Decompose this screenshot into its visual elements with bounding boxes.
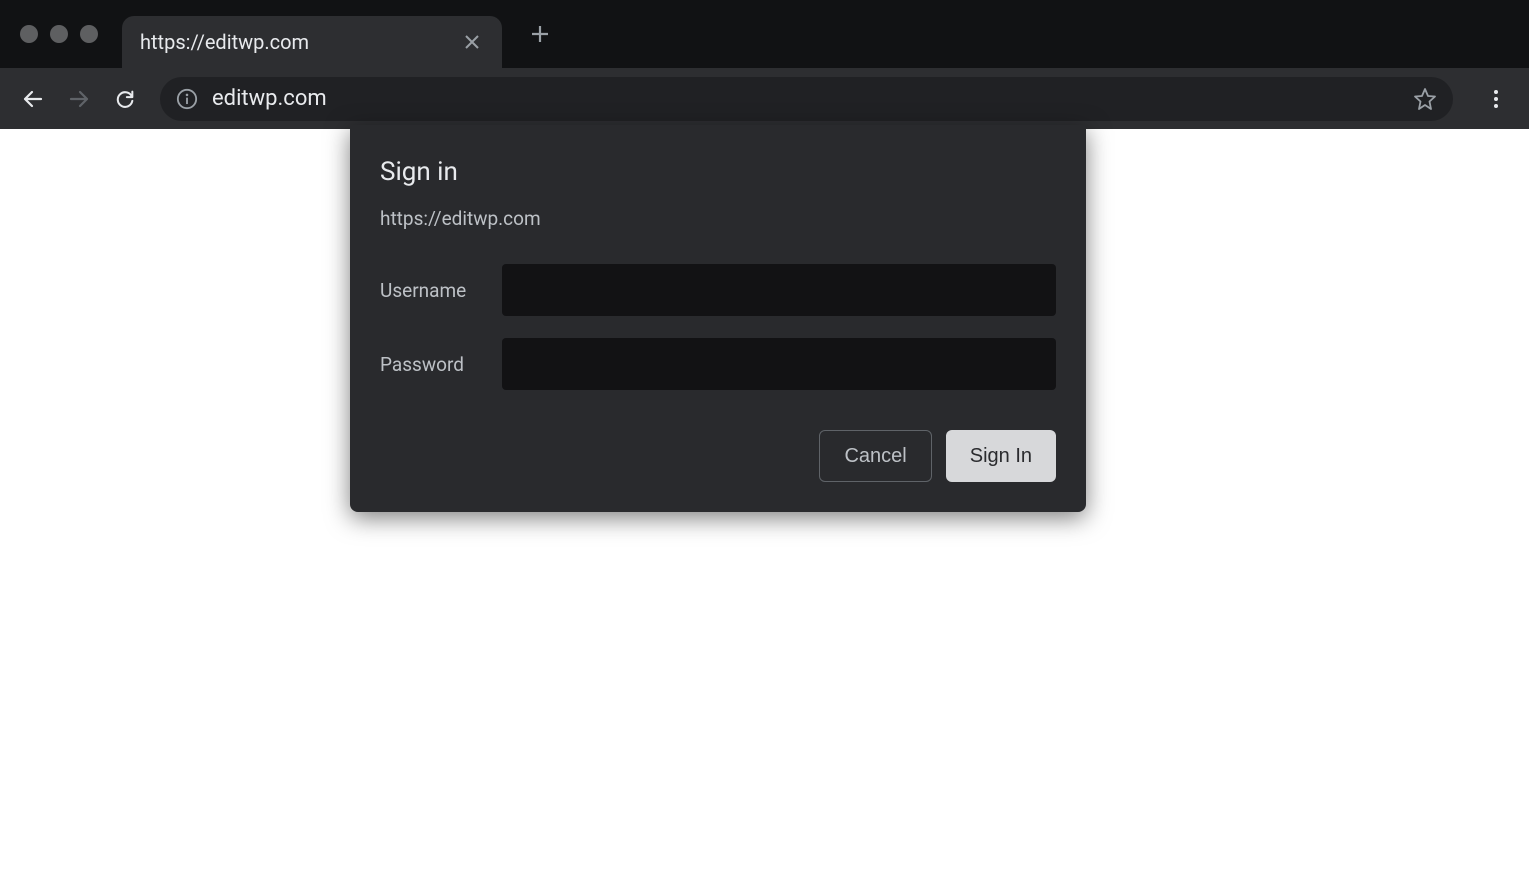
kebab-icon	[1486, 89, 1506, 109]
new-tab-button[interactable]	[524, 18, 556, 50]
username-row: Username	[380, 264, 1056, 316]
site-info-button[interactable]	[176, 88, 198, 110]
close-icon	[464, 34, 480, 50]
browser-menu-button[interactable]	[1477, 80, 1515, 118]
window-controls	[20, 25, 98, 43]
info-icon	[176, 88, 198, 110]
password-label: Password	[380, 353, 502, 376]
tab-title: https://editwp.com	[140, 30, 460, 54]
reload-icon	[114, 88, 136, 110]
toolbar: editwp.com	[0, 68, 1529, 129]
password-row: Password	[380, 338, 1056, 390]
username-label: Username	[380, 279, 502, 302]
star-icon	[1413, 87, 1437, 111]
reload-button[interactable]	[106, 80, 144, 118]
forward-button[interactable]	[60, 80, 98, 118]
dialog-actions: Cancel Sign In	[380, 430, 1056, 482]
signin-button[interactable]: Sign In	[946, 430, 1056, 482]
window-maximize-button[interactable]	[80, 25, 98, 43]
titlebar: https://editwp.com	[0, 0, 1529, 68]
password-input[interactable]	[502, 338, 1056, 390]
browser-tab[interactable]: https://editwp.com	[122, 16, 502, 68]
address-bar[interactable]: editwp.com	[160, 77, 1453, 121]
dialog-origin: https://editwp.com	[380, 207, 1056, 230]
username-input[interactable]	[502, 264, 1056, 316]
bookmark-button[interactable]	[1413, 87, 1437, 111]
page-viewport: Sign in https://editwp.com Username Pass…	[0, 129, 1529, 894]
back-button[interactable]	[14, 80, 52, 118]
arrow-right-icon	[67, 87, 91, 111]
url-text: editwp.com	[212, 86, 1413, 111]
cancel-button[interactable]: Cancel	[819, 430, 931, 482]
browser-chrome: https://editwp.com editwp.com	[0, 0, 1529, 129]
window-minimize-button[interactable]	[50, 25, 68, 43]
dialog-title: Sign in	[380, 157, 1056, 187]
arrow-left-icon	[21, 87, 45, 111]
window-close-button[interactable]	[20, 25, 38, 43]
http-auth-dialog: Sign in https://editwp.com Username Pass…	[350, 125, 1086, 512]
plus-icon	[530, 24, 550, 44]
close-tab-button[interactable]	[460, 30, 484, 54]
